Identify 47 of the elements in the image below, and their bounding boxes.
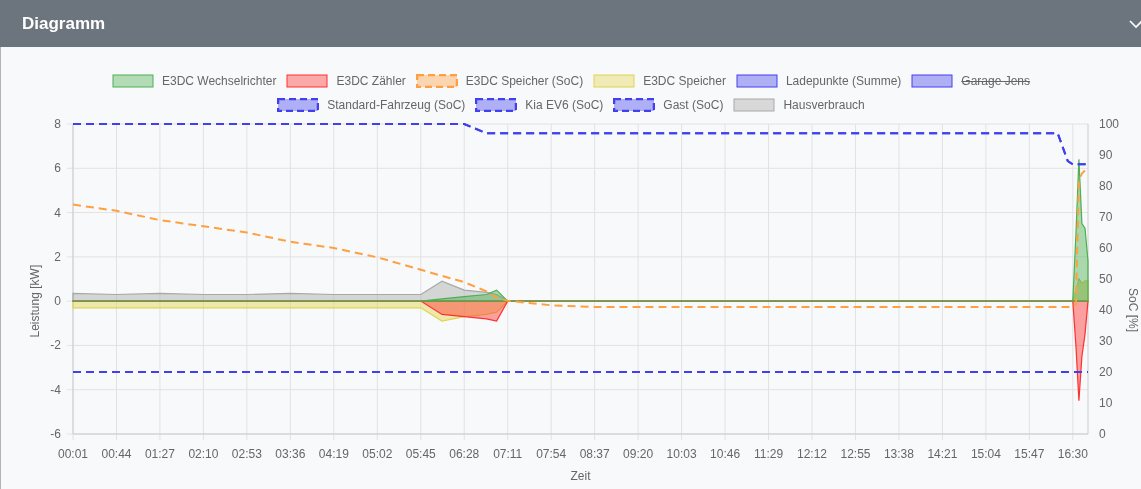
- axis-title: SoC [%]: [1126, 288, 1140, 332]
- axis-tick-label: 40: [1099, 303, 1113, 317]
- axis-tick-label: -2: [50, 338, 61, 353]
- axis-tick-label: 11:29: [753, 447, 784, 461]
- axis-tick-label: 2: [54, 249, 61, 264]
- axis-tick-label: 30: [1099, 334, 1113, 348]
- axis-tick-label: 04:19: [318, 447, 349, 461]
- axis-tick-label: 02:10: [188, 447, 219, 461]
- axis-tick-label: 00:44: [101, 447, 132, 461]
- axis-tick-label: 03:36: [275, 447, 306, 461]
- axis-tick-label: 10:03: [666, 447, 697, 461]
- axis-tick-label: 50: [1099, 272, 1113, 286]
- axis-tick-label: 8: [54, 117, 61, 131]
- axis-tick-label: 80: [1099, 179, 1113, 193]
- axis-tick-label: 02:53: [231, 447, 262, 461]
- axis-tick-label: 16:30: [1057, 447, 1088, 461]
- axis-tick-label: 10: [1099, 396, 1113, 410]
- axis-tick-label: 00:01: [58, 447, 88, 461]
- axis-tick-label: 08:37: [579, 447, 610, 461]
- axis-title: Leistung [kW]: [28, 264, 42, 338]
- axis-tick-label: 06:28: [449, 447, 480, 461]
- axis-tick-label: 14:21: [927, 447, 958, 461]
- axis-tick-label: 90: [1099, 148, 1113, 162]
- axis-tick-label: 0: [54, 294, 61, 309]
- axis-tick-label: 12:12: [797, 447, 827, 461]
- axis-tick-label: 100: [1099, 117, 1120, 131]
- axis-tick-label: 4: [54, 205, 61, 220]
- axis-tick-label: 13:38: [883, 447, 914, 461]
- axis-title: Zeit: [570, 469, 591, 483]
- axis-tick-label: -6: [50, 427, 61, 441]
- axis-tick-label: 0: [1099, 427, 1106, 441]
- axis-tick-label: 07:11: [493, 447, 523, 461]
- axis-tick-label: 12:55: [840, 447, 871, 461]
- axis-tick-label: 05:45: [405, 447, 436, 461]
- axis-tick-label: 07:54: [536, 447, 567, 461]
- axis-tick-label: 10:46: [710, 447, 741, 461]
- axis-tick-label: 6: [54, 161, 61, 176]
- axis-tick-label: 15:47: [1014, 447, 1045, 461]
- axis-tick-label: 01:27: [144, 447, 175, 461]
- axis-tick-label: 70: [1099, 210, 1113, 224]
- axis-tick-label: 09:20: [623, 447, 654, 461]
- axis-tick-label: 20: [1099, 365, 1113, 379]
- axis-tick-label: -4: [50, 382, 61, 397]
- panel-title: Diagramm: [22, 12, 106, 35]
- axis-tick-label: 60: [1099, 241, 1113, 255]
- axis-tick-label: 05:02: [362, 447, 393, 461]
- axis-tick-label: 15:04: [970, 447, 1001, 461]
